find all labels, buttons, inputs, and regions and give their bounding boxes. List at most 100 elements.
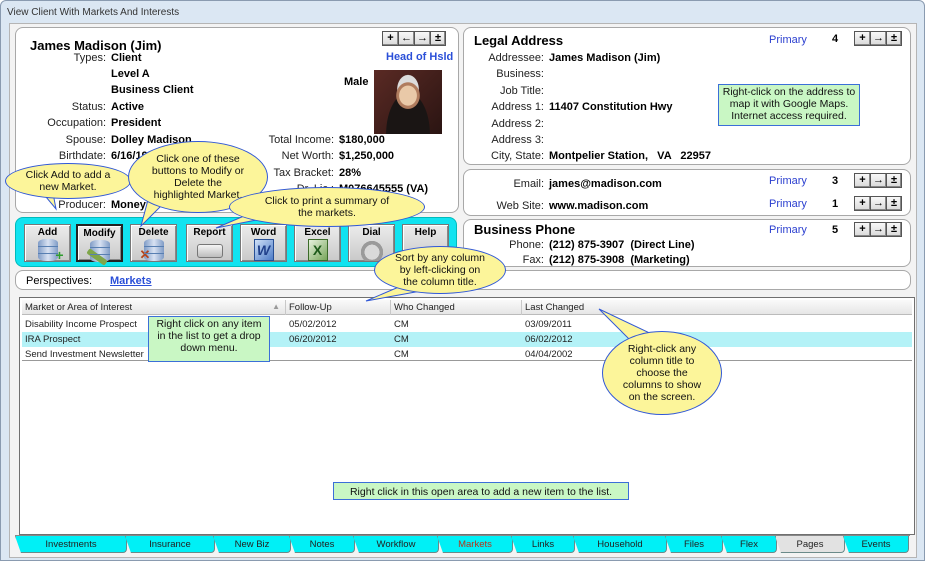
email-count: 3 [832,175,839,187]
tab-household[interactable]: Household [573,536,667,553]
field-label: Birthdate: [58,150,106,162]
fax-value[interactable]: (212) 875-3908 (Marketing) [549,254,690,266]
tab-pages[interactable]: Pages [775,536,845,553]
list-item-tooltip: Right click on any item in the list to g… [148,316,270,362]
field-value: Client [111,52,142,64]
field-job-title: Job Title: [464,85,544,97]
field-label: Producer: [58,199,106,211]
modify-button[interactable]: Modify [76,224,123,266]
word-button[interactable]: Word W [240,224,287,262]
website-options-button[interactable]: ± [886,196,902,211]
web-primary-link[interactable]: Primary [769,198,807,210]
database-add-icon: + [37,239,64,263]
field-address-3: Address 3: [464,134,544,146]
tab-investments[interactable]: Investments [15,536,127,553]
phone-nav-buttons: + → ± [854,222,902,237]
add-email-button[interactable]: + [854,173,870,188]
map-tooltip: Right-click on the address to map it wit… [718,84,860,126]
field-addressee: Addressee: James Madison (Jim) [464,52,660,64]
database-edit-icon [85,240,110,266]
tab-files[interactable]: Files [665,536,723,553]
gender-value: Male [344,76,369,88]
field-occupation: Occupation: President [16,117,161,129]
add-phone-button[interactable]: + [854,222,870,237]
tab-links[interactable]: Links [511,536,575,553]
email-value[interactable]: james@madison.com [549,178,662,190]
email-options-button[interactable]: ± [886,173,902,188]
email-primary-link[interactable]: Primary [769,175,807,187]
field-total-income: Total Income: $180,000 [256,134,385,146]
add-button[interactable]: Add + [24,224,71,263]
column-title: Last Changed [525,302,585,313]
field-value: Business Client [111,84,194,96]
record-options-button[interactable]: ± [430,31,446,46]
delete-label: Delete [138,227,169,238]
tab-notes[interactable]: Notes [289,536,355,553]
delete-button[interactable]: Delete ✕ [130,224,177,262]
report-button[interactable]: Report [186,224,233,262]
field-value: Montpelier Station, VA 22957 [549,150,711,162]
column-header-last-changed[interactable]: Last Changed [522,300,912,315]
phone-count: 5 [832,224,839,236]
modify-label: Modify [83,228,116,239]
field-label: Email: [513,178,544,190]
word-label: Word [250,227,277,238]
next-website-button[interactable]: → [870,196,886,211]
address-nav-buttons: + → ± [854,31,902,46]
column-title: Who Changed [394,302,455,313]
perspective-markets-link[interactable]: Markets [110,275,152,287]
field-address-2: Address 2: [464,118,544,130]
column-header-follow-up[interactable]: Follow-Up [286,300,391,315]
field-value: President [111,117,162,129]
website-value[interactable]: www.madison.com [549,200,648,212]
next-address-button[interactable]: → [870,31,886,46]
client-nav-buttons: + ← → ± [382,31,446,46]
primary-link[interactable]: Primary [769,34,807,46]
column-title: Market or Area of Interest [25,302,133,313]
add-website-button[interactable]: + [854,196,870,211]
head-of-household-link[interactable]: Head of Hsld [386,51,453,63]
word-icon: W [253,239,274,261]
add-record-button[interactable]: + [382,31,398,46]
address-options-button[interactable]: ± [886,31,902,46]
client-name: James Madison (Jim) [30,38,162,53]
field-types-3: Business Client [16,84,194,96]
field-business: Business: [464,68,544,80]
phone-options-button[interactable]: ± [886,222,902,237]
field-label: Spouse: [65,134,106,146]
tab-markets[interactable]: Markets [437,536,513,553]
tab-flex[interactable]: Flex [721,536,777,553]
list-header: Market or Area of Interest ▲ Follow-Up Wh… [22,300,912,315]
cell-market: IRA Prospect [25,334,81,345]
address-count: 4 [832,33,839,45]
next-record-button[interactable]: → [414,31,430,46]
tab-workflow[interactable]: Workflow [353,536,439,553]
legal-address-title: Legal Address [474,33,564,48]
field-value: 11407 Constitution Hwy [549,101,673,113]
columns-callout: Right-click any column title to choose t… [602,331,722,415]
window-title: View Client With Markets And Interests [7,7,180,18]
tab-new-biz[interactable]: New Biz [213,536,291,553]
cell-follow-up: 05/02/2012 [289,319,337,330]
tab-events[interactable]: Events [843,536,909,553]
add-address-button[interactable]: + [854,31,870,46]
column-header-market[interactable]: Market or Area of Interest ▲ [22,300,286,315]
email-nav-buttons: + → ± [854,173,902,188]
phone-value[interactable]: (212) 875-3907 (Direct Line) [549,239,695,251]
excel-button[interactable]: Excel X [294,224,341,262]
field-label: Status: [71,101,106,113]
next-email-button[interactable]: → [870,173,886,188]
page-tabs: Investments Insurance New Biz Notes Work… [15,536,915,554]
tab-insurance[interactable]: Insurance [125,536,215,553]
phone-icon [358,239,385,261]
contact-panel: Email: james@madison.com Primary 3 + → ± … [463,169,911,216]
field-label: Addressee: [488,52,544,64]
field-producer: Producer: Moneym [16,199,155,211]
cell-who-changed: CM [394,349,409,360]
cell-last-changed: 06/02/2012 [525,334,573,345]
phone-primary-link[interactable]: Primary [769,224,807,236]
add-label: Add [37,227,58,238]
next-phone-button[interactable]: → [870,222,886,237]
previous-record-button[interactable]: ← [398,31,414,46]
column-header-who-changed[interactable]: Who Changed [391,300,522,315]
